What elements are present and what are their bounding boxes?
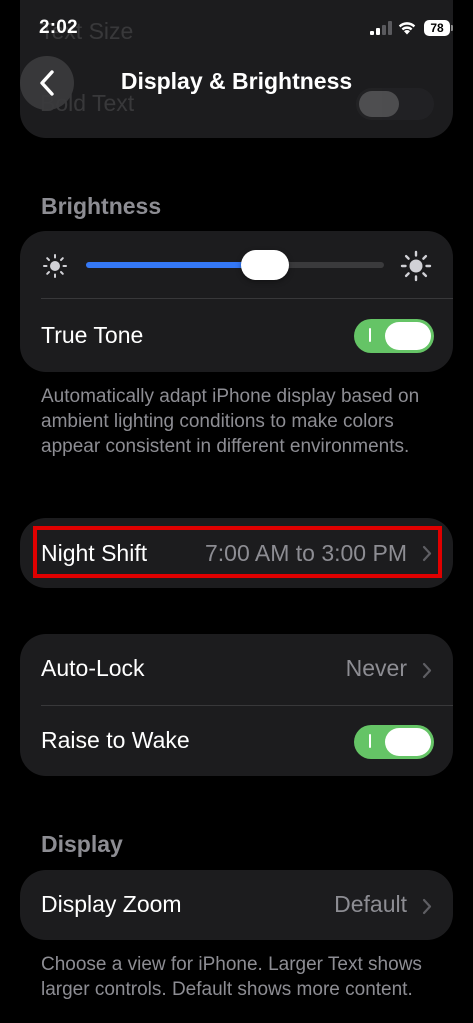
page-title: Display & Brightness	[120, 68, 353, 94]
brightness-card: True Tone	[20, 231, 453, 372]
auto-lock-row[interactable]: Auto-Lock Never	[20, 634, 453, 706]
navigation-bar: Display & Brightness	[0, 56, 473, 110]
display-section-header: Display	[41, 831, 123, 857]
brightness-section-header: Brightness	[41, 193, 162, 219]
true-tone-label: True Tone	[41, 322, 144, 348]
toggle-knob	[385, 728, 431, 756]
status-time: 2:02	[39, 17, 78, 38]
auto-lock-value: Never	[345, 655, 407, 681]
toggle-on-indicator	[369, 328, 371, 342]
brightness-slider-row	[20, 231, 453, 299]
battery-cap	[451, 25, 453, 31]
chevron-right-icon	[422, 898, 432, 915]
toggle-knob	[385, 322, 431, 350]
display-zoom-row[interactable]: Display Zoom Default	[20, 870, 453, 940]
true-tone-row: True Tone	[20, 300, 453, 372]
settings-screen: Text Size Bold Text 2:02 78 Display & Br…	[0, 0, 473, 1023]
cellular-signal-icon	[370, 21, 392, 35]
chevron-right-icon	[422, 662, 432, 679]
chevron-left-icon	[40, 70, 54, 96]
back-button[interactable]	[20, 56, 74, 110]
auto-lock-label: Auto-Lock	[41, 655, 145, 681]
display-zoom-card: Display Zoom Default	[20, 870, 453, 940]
sun-small-icon	[43, 254, 67, 278]
battery-indicator: 78	[424, 20, 450, 36]
lock-card: Auto-Lock Never Raise to Wake	[20, 634, 453, 776]
toggle-on-indicator	[369, 734, 371, 748]
raise-to-wake-toggle[interactable]	[354, 725, 434, 759]
raise-to-wake-label: Raise to Wake	[41, 727, 190, 753]
brightness-slider-fill	[86, 262, 265, 268]
display-zoom-label: Display Zoom	[41, 891, 182, 917]
brightness-slider[interactable]	[86, 262, 384, 268]
row-separator	[41, 298, 453, 299]
raise-to-wake-row: Raise to Wake	[20, 706, 453, 776]
display-zoom-footer: Choose a view for iPhone. Larger Text sh…	[41, 954, 422, 1000]
display-zoom-value: Default	[334, 891, 407, 917]
sun-large-icon	[400, 250, 432, 282]
wifi-icon	[398, 22, 416, 35]
true-tone-toggle[interactable]	[354, 319, 434, 353]
true-tone-footer: Automatically adapt iPhone display based…	[41, 386, 420, 457]
highlight-annotation	[33, 526, 442, 578]
status-bar: 2:02 78	[0, 0, 473, 58]
brightness-slider-thumb[interactable]	[240, 250, 289, 280]
